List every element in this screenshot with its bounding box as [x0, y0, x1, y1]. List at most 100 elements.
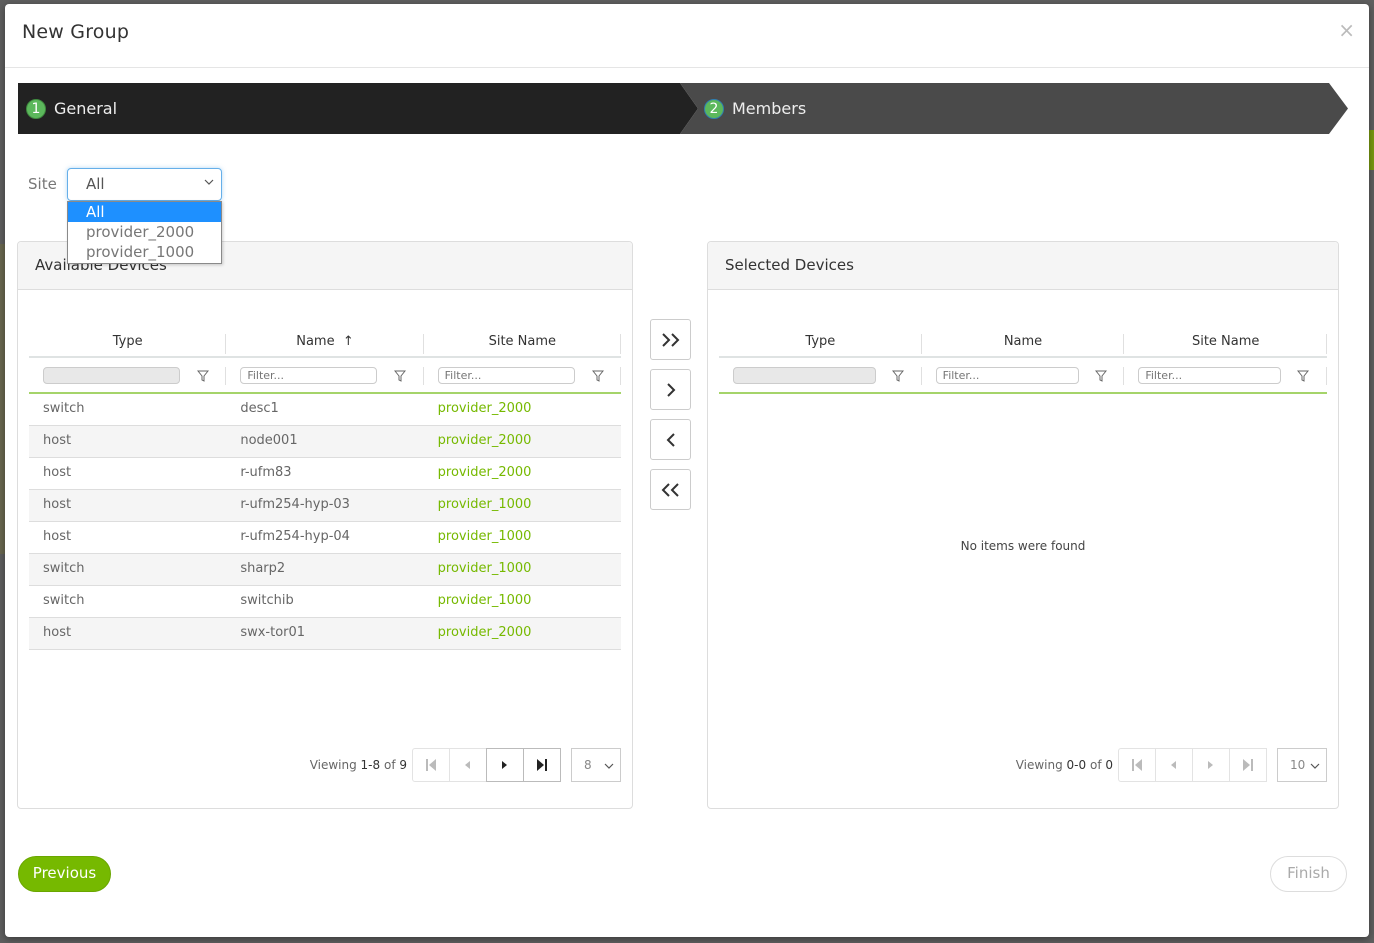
pager-of: of — [380, 758, 400, 772]
column-label: Type — [805, 334, 836, 349]
pager-summary: Viewing 1-8 of 9 — [310, 758, 407, 772]
pager-of: of — [1086, 758, 1106, 772]
cell-type: switch — [43, 561, 85, 576]
table-row[interactable]: host swx-tor01 provider_2000 — [29, 618, 621, 650]
previous-page-button[interactable] — [449, 748, 487, 782]
filter-icon[interactable] — [394, 370, 407, 382]
next-page-button[interactable] — [1192, 748, 1230, 782]
column-header-site-name[interactable]: Site Name — [424, 326, 622, 356]
next-page-icon — [1208, 761, 1213, 769]
filter-cell-site-name — [424, 358, 622, 392]
pager-range: 0-0 — [1066, 758, 1087, 772]
filter-icon[interactable] — [197, 370, 209, 382]
cell-site-name: provider_2000 — [437, 401, 532, 416]
previous-page-button[interactable] — [1155, 748, 1193, 782]
chevron-down-icon — [1310, 763, 1320, 769]
site-select[interactable]: All — [67, 168, 222, 201]
name-filter-input[interactable] — [240, 367, 378, 384]
wizard-steps: 1 General 2 Members — [18, 83, 1348, 134]
column-header-type[interactable]: Type — [719, 326, 922, 356]
selected-devices-grid: Type Name Site Name — [719, 326, 1327, 394]
wizard-step-general[interactable]: 1 General — [26, 83, 117, 134]
step-label: Members — [732, 99, 807, 118]
filter-cell-type — [719, 358, 922, 392]
grid-header: Type Name Site Name — [719, 326, 1327, 358]
site-option-all[interactable]: All — [68, 202, 221, 222]
column-header-name[interactable]: Name ↑ — [226, 326, 424, 356]
cell-type: host — [43, 465, 72, 480]
step-number-badge: 1 — [26, 98, 46, 119]
sort-ascending-icon: ↑ — [342, 334, 354, 349]
available-rows: switch desc1 provider_2000 host node001 prov… — [29, 394, 621, 650]
chevron-left-icon — [666, 432, 675, 447]
chevron-right-icon — [666, 382, 675, 397]
double-chevron-left-icon — [661, 482, 679, 497]
site-label: Site — [28, 175, 57, 193]
filter-icon[interactable] — [1297, 370, 1310, 382]
cell-name: sharp2 — [240, 561, 286, 576]
type-filter-input[interactable] — [43, 367, 180, 384]
cell-site-name: provider_2000 — [437, 625, 532, 640]
site-name-filter-input[interactable] — [1138, 367, 1282, 384]
filter-row — [719, 358, 1327, 394]
next-page-button[interactable] — [486, 748, 524, 782]
finish-button[interactable]: Finish — [1270, 856, 1347, 892]
filter-icon[interactable] — [591, 370, 604, 382]
last-page-icon — [537, 759, 547, 771]
column-header-site-name[interactable]: Site Name — [1124, 326, 1327, 356]
cell-type: switch — [43, 593, 85, 608]
filter-icon[interactable] — [1094, 370, 1107, 382]
selected-pager: Viewing 0-0 of 0 10 — [1016, 748, 1327, 782]
move-right-button[interactable] — [650, 369, 691, 410]
grid-header: Type Name ↑ Site Name — [29, 326, 622, 358]
cell-site-name: provider_1000 — [437, 529, 532, 544]
move-all-left-button[interactable] — [650, 469, 691, 510]
panel-title: Selected Devices — [708, 242, 1338, 290]
table-row[interactable]: host node001 provider_2000 — [29, 426, 621, 458]
cell-type: switch — [43, 401, 85, 416]
table-row[interactable]: host r-ufm254-hyp-03 provider_1000 — [29, 490, 621, 522]
move-left-button[interactable] — [650, 419, 691, 460]
table-row[interactable]: host r-ufm83 provider_2000 — [29, 458, 621, 490]
cell-name: r-ufm254-hyp-03 — [240, 497, 350, 512]
page-size-select[interactable]: 10 — [1277, 748, 1327, 782]
cell-site-name: provider_2000 — [437, 433, 532, 448]
cell-site-name: provider_1000 — [437, 561, 532, 576]
column-label: Type — [112, 334, 143, 349]
cell-name: r-ufm83 — [240, 465, 292, 480]
last-page-button[interactable] — [523, 748, 561, 782]
chevron-down-icon — [604, 763, 614, 769]
empty-state-message: No items were found — [960, 539, 1086, 553]
first-page-icon — [426, 759, 436, 771]
first-page-button[interactable] — [412, 748, 450, 782]
filter-cell-name — [226, 358, 424, 392]
site-option-provider-2000[interactable]: provider_2000 — [68, 222, 221, 242]
filter-icon[interactable] — [892, 370, 904, 382]
cell-type: host — [43, 433, 72, 448]
page-size-value: 8 — [584, 758, 592, 772]
site-option-provider-1000[interactable]: provider_1000 — [68, 242, 221, 262]
name-filter-input[interactable] — [935, 367, 1079, 384]
chevron-down-icon — [204, 179, 214, 185]
site-name-filter-input[interactable] — [437, 367, 575, 384]
next-page-icon — [502, 761, 507, 769]
table-row[interactable]: host r-ufm254-hyp-04 provider_1000 — [29, 522, 621, 554]
move-all-right-button[interactable] — [650, 319, 691, 360]
type-filter-input[interactable] — [733, 367, 876, 384]
table-row[interactable]: switch switchib provider_1000 — [29, 586, 621, 618]
previous-button[interactable]: Previous — [18, 856, 111, 892]
cell-site-name: provider_2000 — [437, 465, 532, 480]
table-row[interactable]: switch desc1 provider_2000 — [29, 394, 621, 426]
last-page-button[interactable] — [1229, 748, 1267, 782]
column-header-name[interactable]: Name — [922, 326, 1125, 356]
column-label: Name — [296, 334, 335, 349]
wizard-step-members[interactable]: 2 Members — [704, 83, 806, 134]
page-size-select[interactable]: 8 — [571, 748, 621, 782]
table-row[interactable]: switch sharp2 provider_1000 — [29, 554, 621, 586]
cell-type: host — [43, 529, 72, 544]
pager-prefix: Viewing — [1015, 758, 1067, 772]
column-header-type[interactable]: Type — [29, 326, 227, 356]
close-icon[interactable]: × — [1338, 20, 1355, 40]
dialog-title: New Group — [22, 21, 130, 43]
first-page-button[interactable] — [1118, 748, 1156, 782]
